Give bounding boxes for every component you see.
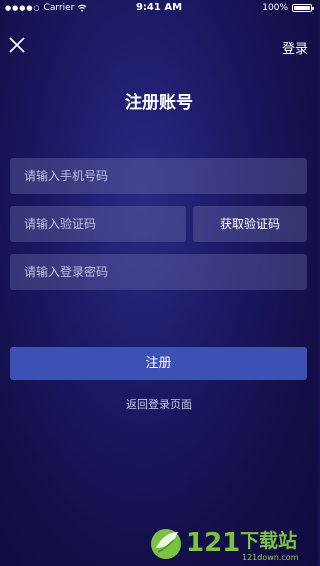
login-link[interactable]: 登录 [282, 38, 308, 57]
register-button[interactable]: 注册 [10, 347, 307, 380]
battery-icon [292, 4, 314, 12]
get-code-button[interactable]: 获取验证码 [193, 206, 307, 242]
svg-text:下载站: 下载站 [240, 529, 297, 552]
close-icon[interactable] [8, 36, 26, 54]
phone-input[interactable] [10, 158, 307, 194]
status-bar: ●●●●○ Carrier 9:41 AM 100% [0, 0, 318, 16]
back-to-login-link[interactable]: 返回登录页面 [0, 396, 318, 412]
phone-field [10, 158, 307, 194]
svg-text:121down.com: 121down.com [242, 553, 299, 562]
verification-code-input[interactable] [10, 206, 186, 242]
battery-percent: 100% [262, 3, 288, 13]
register-screen: ●●●●○ Carrier 9:41 AM 100% 登录 注册账号 获取验证码 [0, 0, 318, 566]
verification-code-field [10, 206, 186, 242]
status-right: 100% [262, 2, 314, 14]
site-watermark-logo: 121 下载站 121down.com [151, 528, 299, 562]
password-input[interactable] [10, 254, 307, 290]
svg-text:121: 121 [186, 528, 240, 558]
password-field [10, 254, 307, 290]
page-title: 注册账号 [125, 93, 193, 113]
battery-level-fill [294, 6, 310, 10]
